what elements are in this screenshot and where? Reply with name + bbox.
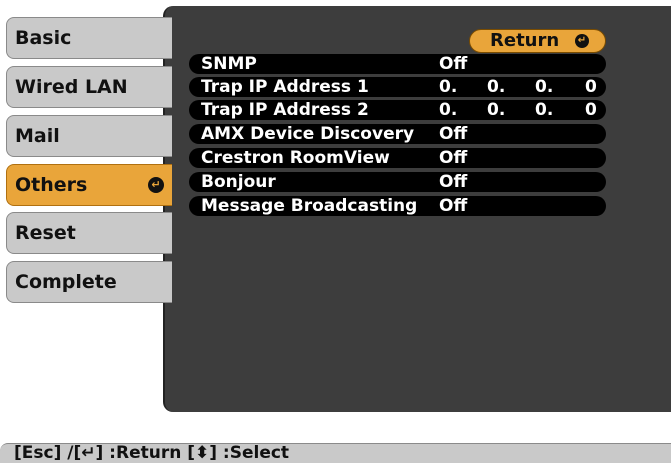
sidebar-item-complete[interactable]: Complete [6,261,172,303]
sidebar-item-basic[interactable]: Basic [6,17,172,59]
sidebar-item-label: Mail [15,125,60,147]
ip-octet-1: 0. [439,100,458,120]
sidebar-item-others[interactable]: Others ↵ [6,164,172,206]
ip-octet-1: 0. [439,77,458,97]
sidebar-item-label: Wired LAN [15,76,128,98]
ip-octet-4: 0 [585,77,597,97]
sidebar-item-mail[interactable]: Mail [6,115,172,157]
sidebar-item-label: Complete [15,271,117,293]
ip-octet-2: 0. [487,77,506,97]
sidebar-item-label: Others [15,174,88,196]
setting-value: Off [439,124,468,144]
sidebar-item-label: Reset [15,222,76,244]
sidebar-item-reset[interactable]: Reset [6,212,172,254]
setting-label: Trap IP Address 2 [201,100,369,120]
setting-row-trap-ip-1[interactable]: Trap IP Address 1 0. 0. 0. 0 [189,77,606,97]
setting-row-trap-ip-2[interactable]: Trap IP Address 2 0. 0. 0. 0 [189,100,606,120]
ip-octet-3: 0. [535,100,554,120]
status-bar: [Esc] /[↵] :Return [⬍] :Select [0,443,671,463]
ip-octet-4: 0 [585,100,597,120]
setting-value: Off [439,196,468,216]
setting-row-snmp[interactable]: SNMP Off [189,54,606,74]
setting-label: Trap IP Address 1 [201,77,369,97]
setting-label: SNMP [201,54,257,74]
setting-label: Bonjour [201,172,276,192]
setting-row-crestron-roomview[interactable]: Crestron RoomView Off [189,148,606,168]
return-button[interactable]: Return ↵ [469,29,606,53]
setting-row-message-broadcasting[interactable]: Message Broadcasting Off [189,196,606,216]
setting-value: Off [439,172,468,192]
sidebar-item-label: Basic [15,27,72,49]
setting-value: Off [439,54,468,74]
ip-octet-3: 0. [535,77,554,97]
enter-icon: ↵ [148,177,164,193]
setting-row-amx-discovery[interactable]: AMX Device Discovery Off [189,124,606,144]
setting-label: Message Broadcasting [201,196,418,216]
setting-row-bonjour[interactable]: Bonjour Off [189,172,606,192]
return-button-label: Return [490,30,560,51]
ip-octet-2: 0. [487,100,506,120]
setting-value: Off [439,148,468,168]
enter-icon: ↵ [575,34,589,48]
help-text: [Esc] /[↵] :Return [⬍] :Select [14,443,290,463]
sidebar-item-wired-lan[interactable]: Wired LAN [6,66,172,108]
setting-label: Crestron RoomView [201,148,390,168]
setting-label: AMX Device Discovery [201,124,415,144]
